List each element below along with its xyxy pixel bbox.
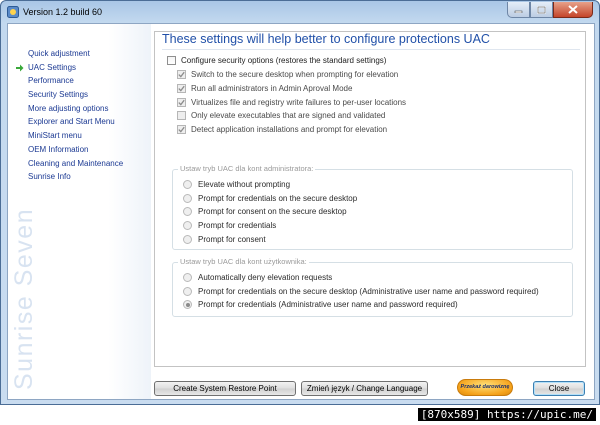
checkbox-label: Only elevate executables that are signed… — [191, 111, 386, 121]
image-watermark: [870x589] https://upic.me/ — [417, 408, 596, 421]
radio-button — [183, 234, 192, 244]
user-group-radio-option[interactable]: Prompt for credentials on the secure des… — [183, 285, 539, 298]
user-group-radio-option[interactable]: Automatically deny elevation requests — [183, 271, 332, 284]
client-area: Quick adjustment UAC Settings Performance S… — [7, 23, 595, 400]
footer: [870x589] https://upic.me/ — [0, 405, 600, 425]
close-icon — [568, 5, 578, 14]
sidebar-item-quick-adjustment[interactable]: Quick adjustment — [16, 47, 123, 61]
close-button[interactable]: Close — [533, 381, 585, 396]
sidebar: Quick adjustment UAC Settings Performance S… — [8, 24, 151, 399]
checkbox-label: Run all administrators in Admin Aproval … — [191, 83, 353, 93]
window-title: Version 1.2 build 60 — [23, 7, 103, 17]
sidebar-item-security-settings[interactable]: Security Settings — [16, 88, 123, 102]
sidebar-item-more-adjusting-options[interactable]: More adjusting options — [16, 102, 123, 116]
checkmark-icon — [178, 126, 185, 133]
sidebar-item-label: MiniStart menu — [28, 131, 82, 141]
user-uac-group: Ustaw tryb UAC dla kont użytkownika: Aut… — [172, 257, 573, 317]
radio-button — [183, 180, 192, 189]
sidebar-nav: Quick adjustment UAC Settings Performance S… — [16, 47, 123, 184]
title-bar[interactable]: Version 1.2 build 60 — [1, 1, 599, 23]
create-restore-point-button[interactable]: Create System Restore Point — [154, 381, 296, 396]
checkbox-label: Switch to the secure desktop when prompt… — [191, 70, 399, 79]
checkbox-label: Detect application installations and pro… — [191, 125, 388, 135]
sidebar-item-sunrise-info[interactable]: Sunrise Info — [16, 170, 123, 184]
checkbox-box — [177, 83, 186, 93]
close-window-button[interactable] — [553, 2, 593, 18]
radio-button — [183, 286, 192, 296]
divider — [162, 49, 580, 50]
radio-label: Automatically deny elevation requests — [198, 273, 333, 282]
sidebar-item-label: Performance — [28, 76, 74, 86]
brand-text: Sunrise Seven — [10, 208, 38, 390]
admin-uac-group: Ustaw tryb UAC dla kont administratora: … — [172, 164, 573, 250]
configure-security-checkbox[interactable]: Configure security options (restores the… — [167, 54, 386, 67]
sidebar-item-label: Sunrise Info — [28, 172, 71, 182]
radio-label: Elevate without prompting — [198, 180, 291, 189]
user-group-radio-option[interactable]: Prompt for credentials (Administrative u… — [183, 298, 458, 311]
change-language-button[interactable]: Zmień język / Change Language — [301, 381, 428, 396]
radio-button — [183, 207, 192, 217]
admin-group-radio-option[interactable]: Prompt for consent — [183, 233, 266, 246]
security-option-checkbox[interactable]: Detect application installations and pro… — [177, 123, 387, 136]
sidebar-item-label: UAC Settings — [28, 62, 77, 72]
radio-dot-icon — [185, 302, 190, 307]
admin-group-radio-option[interactable]: Prompt for credentials — [183, 219, 276, 232]
checkbox-box — [177, 111, 186, 121]
checkbox-box — [177, 97, 186, 107]
app-icon — [7, 6, 19, 18]
minimize-icon — [514, 10, 523, 13]
brand-logo: Sunrise Seven — [10, 208, 38, 390]
checkbox-box — [167, 56, 176, 65]
sidebar-item-label: Explorer and Start Menu — [28, 117, 115, 127]
checkbox-box — [177, 70, 186, 79]
radio-button — [183, 300, 192, 310]
selected-arrow-icon — [16, 64, 24, 72]
sidebar-item-explorer-and-start-menu[interactable]: Explorer and Start Menu — [16, 115, 123, 129]
admin-group-radio-option[interactable]: Elevate without prompting — [183, 178, 290, 191]
checkmark-icon — [178, 85, 185, 92]
minimize-button[interactable] — [507, 2, 530, 18]
app-window: Version 1.2 build 60 Quick adjustment UAC… — [0, 0, 600, 405]
sidebar-item-uac-settings[interactable]: UAC Settings — [16, 61, 123, 75]
sidebar-item-oem-information[interactable]: OEM Information — [16, 143, 123, 157]
checkmark-icon — [178, 71, 185, 78]
admin-group-title: Ustaw tryb UAC dla kont administratora: — [178, 164, 316, 173]
checkbox-box — [177, 125, 186, 135]
radio-label: Prompt for credentials on the secure des… — [198, 193, 358, 203]
admin-group-radio-option[interactable]: Prompt for credentials on the secure des… — [183, 192, 357, 205]
checkbox-label: Virtualizes file and registry write fail… — [191, 97, 407, 107]
security-option-checkbox[interactable]: Run all administrators in Admin Aproval … — [177, 82, 352, 95]
radio-button — [183, 193, 192, 203]
maximize-icon — [537, 5, 546, 14]
radio-label: Prompt for credentials on the secure des… — [198, 286, 539, 296]
sidebar-item-ministart-menu[interactable]: MiniStart menu — [16, 129, 123, 143]
sidebar-item-label: Quick adjustment — [28, 49, 90, 58]
sidebar-item-label: Security Settings — [28, 90, 89, 100]
sidebar-item-label: Cleaning and Maintenance — [28, 158, 124, 168]
donate-button[interactable]: Przekaż darowiznę — [457, 379, 513, 396]
sidebar-item-cleaning-and-maintenance[interactable]: Cleaning and Maintenance — [16, 157, 123, 171]
security-option-checkbox[interactable]: Switch to the secure desktop when prompt… — [177, 68, 398, 81]
maximize-button[interactable] — [530, 2, 553, 18]
radio-label: Prompt for consent — [198, 234, 266, 244]
security-option-checkbox[interactable]: Only elevate executables that are signed… — [177, 109, 385, 122]
uac-settings-panel: These settings will help better to confi… — [154, 31, 586, 367]
radio-label: Prompt for credentials — [198, 221, 277, 231]
donate-label: Przekaż darowiznę — [460, 383, 510, 390]
sidebar-item-label: OEM Information — [28, 144, 89, 154]
radio-label: Prompt for consent on the secure desktop — [198, 207, 347, 217]
sidebar-item-performance[interactable]: Performance — [16, 74, 123, 88]
radio-button — [183, 273, 192, 282]
admin-group-radio-option[interactable]: Prompt for consent on the secure desktop — [183, 205, 347, 218]
checkbox-label: Configure security options (restores the… — [181, 56, 387, 65]
radio-label: Prompt for credentials (Administrative u… — [198, 300, 458, 310]
sidebar-item-label: More adjusting options — [28, 103, 109, 113]
radio-button — [183, 221, 192, 231]
checkmark-icon — [178, 99, 185, 106]
security-option-checkbox[interactable]: Virtualizes file and registry write fail… — [177, 96, 406, 109]
user-group-title: Ustaw tryb UAC dla kont użytkownika: — [178, 257, 309, 266]
page-title: These settings will help better to confi… — [162, 32, 490, 46]
